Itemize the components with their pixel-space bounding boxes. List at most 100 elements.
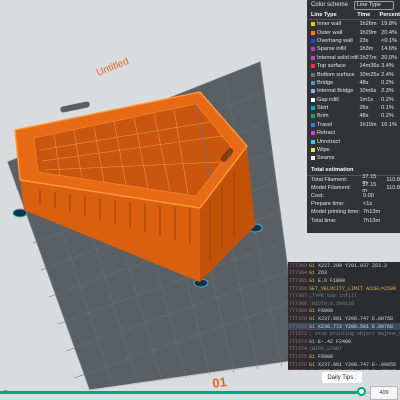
gcode-line-number: 777368 <box>289 300 308 307</box>
line-type-time: 26s <box>359 105 369 112</box>
gcode-line-number: 777367 <box>289 293 308 300</box>
gcode-line-number: 777369 <box>289 308 308 315</box>
estimation-label: Prepare time: <box>311 201 345 208</box>
line-type-percent: 16.1% <box>381 121 397 128</box>
legend-rows: Inner wall 1h26m 19.8% Outer wall 1h29m 20.4%… <box>307 20 400 129</box>
line-type-name: Wipe <box>317 147 330 154</box>
legend-row[interactable]: Seams <box>307 154 400 162</box>
estimation-extra: 110.8 <box>386 184 400 191</box>
daily-tips-button[interactable]: Daily Tips : <box>322 372 362 383</box>
estimation-label: Total time: <box>311 217 337 224</box>
line-type-percent: 3.4% <box>381 63 394 70</box>
gcode-viewer[interactable]: 777363 G1 X237.299 Y201.037 Z63.3 777364 G1… <box>288 262 400 370</box>
color-swatch-icon <box>311 122 315 127</box>
line-type-name: Bottom surface <box>317 71 355 78</box>
color-scheme-header: Color scheme Line Type <box>307 0 400 10</box>
line-type-percent: 20.0% <box>381 54 397 61</box>
color-swatch-icon <box>311 55 315 60</box>
layer-slider-value[interactable]: 409 <box>370 386 398 400</box>
line-type-time: 1h10m <box>359 121 377 128</box>
legend-row[interactable]: Unretract <box>307 137 400 145</box>
legend-row[interactable]: Sparse infill 1h3m 14.6% <box>307 45 400 53</box>
estimation-value: 7h13m <box>363 209 381 216</box>
view-type-dropdown[interactable]: Line Type <box>354 0 395 10</box>
line-type-name: Overhang wall <box>317 37 353 44</box>
color-swatch-icon <box>311 22 315 27</box>
color-swatch-icon <box>311 156 315 161</box>
gcode-line-text: G1 X236.772 Y200.501 E.00768 <box>309 323 394 330</box>
line-type-percent: 2.3% <box>381 88 394 95</box>
legend-row[interactable]: Bridge 48s 0.2% <box>307 79 400 87</box>
estimation-extra: 110.8 <box>386 176 400 183</box>
legend-row[interactable]: Gap infill 1m1s 0.2% <box>307 96 400 104</box>
gcode-line-number: 777373 <box>289 338 308 345</box>
line-type-time: 1h27m <box>359 54 377 61</box>
gcode-line-text: G1 X237.061 Y200.747 E-.09055 <box>309 361 397 368</box>
line-type-time: 48s <box>359 113 369 120</box>
line-type-name: Retract <box>317 130 336 137</box>
gcode-line-text: G1 F6000 <box>309 308 334 315</box>
color-scheme-panel: Color scheme Line Type Line Type Time Pe… <box>307 0 400 233</box>
layer-slider-fill <box>0 391 358 394</box>
line-type-name: Internal solid infill <box>317 54 360 61</box>
estimation-rows: Total Filament: 37.15 m 110.8 Model Filamen… <box>307 174 400 225</box>
gcode-line: 777368 ;WIDTH:0.298139 <box>288 300 400 308</box>
gcode-line-text: ; stop printing object majnoo_crate_1 <box>309 331 400 338</box>
line-type-time: 23s <box>359 37 369 44</box>
estimation-title: Total estimation <box>307 167 400 176</box>
line-type-name: Inner wall <box>317 21 341 28</box>
line-type-percent: 2.4% <box>381 71 394 78</box>
layer-slider-track[interactable] <box>0 391 370 394</box>
legend-row[interactable]: Internal solid infill 1h27m 20.0% <box>307 54 400 62</box>
legend-row[interactable]: Internal Bridge 10m6s 2.3% <box>307 87 400 95</box>
estimation-row: Model Filament: 37.15 m 110.8 <box>307 181 400 194</box>
gcode-line-number: 777370 <box>289 315 308 322</box>
gcode-line-number: 777363 <box>289 262 308 269</box>
color-swatch-icon <box>311 106 315 111</box>
color-swatch-icon <box>311 89 315 94</box>
estimation-row: Prepare time: <1s <box>307 200 400 208</box>
gcode-line-text: SET_VELOCITY_LIMIT ACCEL=2500 <box>309 285 397 292</box>
estimation-value: <1s <box>363 201 373 208</box>
line-type-percent: 0.1% <box>381 105 394 112</box>
estimation-row: Total Filament: 37.15 m 110.8 <box>307 174 400 186</box>
plate-number: 01 <box>211 374 227 391</box>
gcode-line: 777370 G1 X237.061 Y200.747 E.00758 <box>288 315 400 323</box>
gcode-line: 777375 G1 F6000 <box>288 353 400 361</box>
gcode-line-text: G1 F6000 <box>309 353 334 360</box>
gcode-line-current: 777371 G1 X236.772 Y200.501 E.00768 <box>288 322 400 331</box>
gcode-line: 777365 G1 E.6 F1800 <box>288 277 400 285</box>
legend-row[interactable]: Wipe <box>307 146 400 154</box>
gcode-line: 777363 G1 X237.299 Y201.037 Z63.3 <box>288 262 400 270</box>
line-type-percent: 19.8% <box>381 21 397 28</box>
legend-row[interactable]: Bottom surface 10m25s 2.4% <box>307 70 400 78</box>
legend-row[interactable]: Retract <box>307 129 400 137</box>
gcode-line: 777374 ;WIPE_START <box>288 346 400 354</box>
legend-row[interactable]: Inner wall 1h26m 19.8% <box>307 20 400 28</box>
line-type-percent: <0.1% <box>381 37 398 44</box>
estimation-label: Model printing time: <box>311 209 360 216</box>
gcode-line: 777364 G1 Z63 <box>288 270 400 278</box>
legend-row[interactable]: Overhang wall 23s <0.1% <box>307 37 400 45</box>
layer-slider-handle[interactable] <box>357 387 366 396</box>
line-type-percent: 0.2% <box>381 79 394 86</box>
color-swatch-icon <box>311 139 315 144</box>
line-type-name: Skirt <box>317 105 329 112</box>
estimation-value: 37.15 m <box>362 181 377 194</box>
layer-slider-value-text: 409 <box>379 390 389 396</box>
gcode-line-number: 777374 <box>289 346 308 353</box>
gcode-line-number: 777366 <box>289 285 308 292</box>
gcode-line: 777377G1 X237.299 Y201.037 E-.08945 <box>288 368 400 370</box>
gcode-line-text: G1 X237.299 Y201.037 Z63.3 <box>309 262 388 269</box>
line-type-time: 1m1s <box>359 96 374 103</box>
line-type-percent: 20.4% <box>381 29 397 36</box>
line-type-name: Travel <box>317 121 333 128</box>
gcode-line-number: 777377 <box>288 369 309 370</box>
line-type-name: Sparse infill <box>317 46 346 53</box>
legend-row[interactable]: Skirt 26s 0.1% <box>307 104 400 112</box>
legend-row[interactable]: Outer wall 1h29m 20.4% <box>307 28 400 36</box>
legend-row[interactable]: Brim 48s 0.2% <box>307 112 400 120</box>
legend-row[interactable]: Top surface 14m36s 3.4% <box>307 62 400 70</box>
legend-row[interactable]: Travel 1h10m 16.1% <box>307 121 400 129</box>
col-line-type: Line Type <box>311 11 337 18</box>
